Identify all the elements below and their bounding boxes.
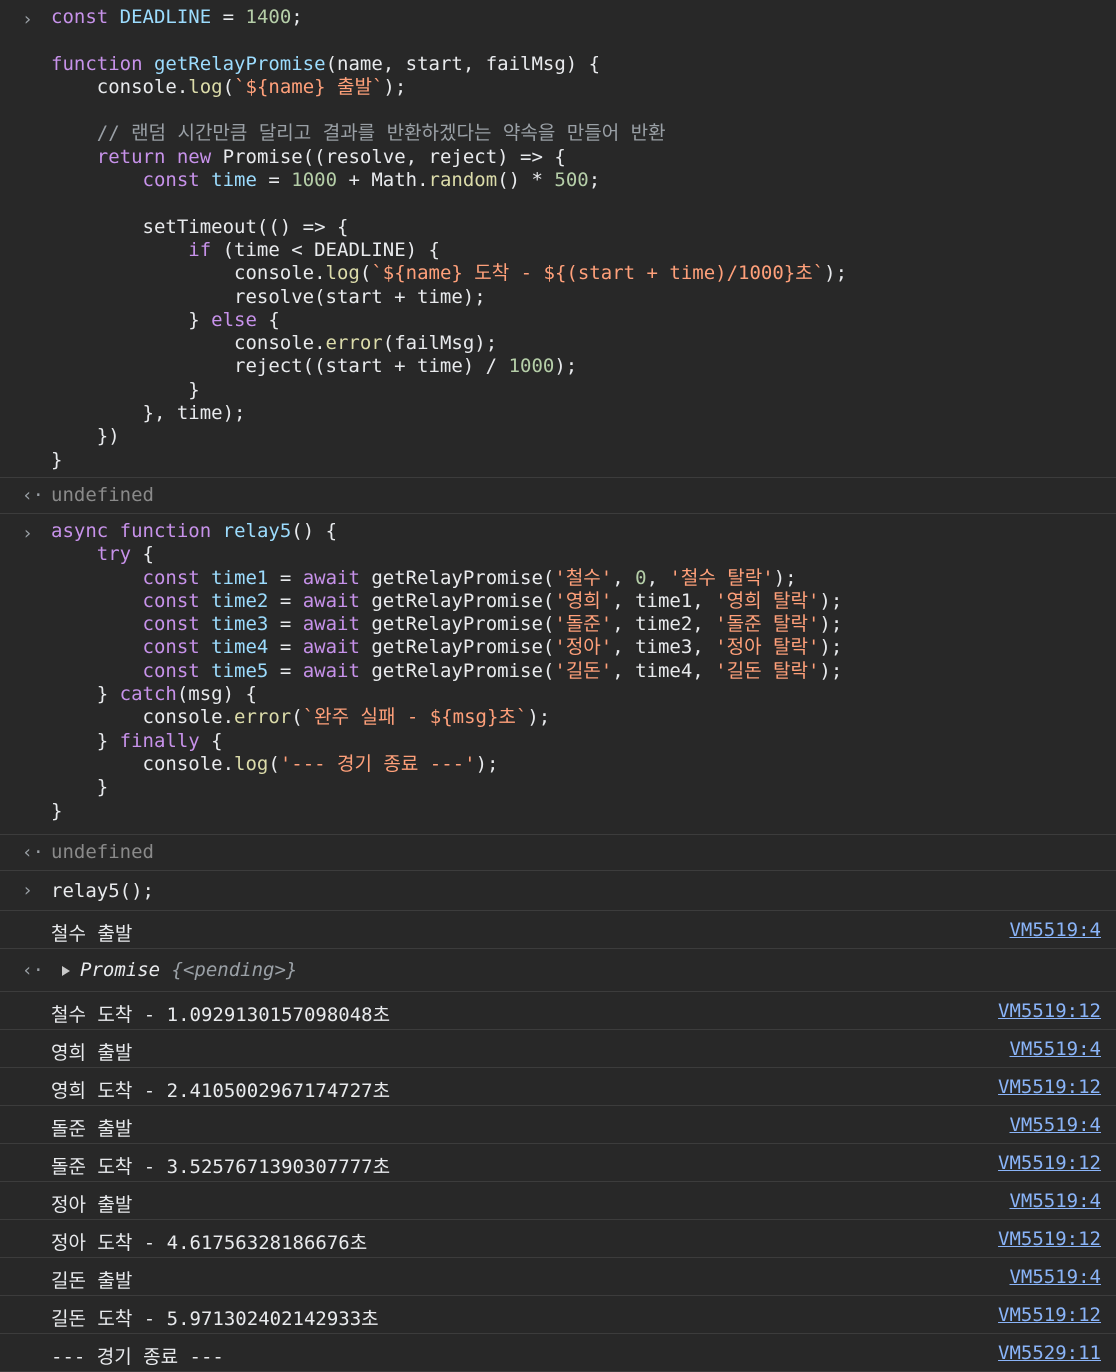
- result-value: undefined: [51, 841, 154, 863]
- log-row: 길돈 도착 - 5.971302402142933초 VM5519:12: [0, 1296, 1116, 1334]
- log-message: 길돈 출발: [51, 1270, 133, 1292]
- log-row: 정아 출발 VM5519:4: [0, 1182, 1116, 1220]
- log-source-link[interactable]: VM5519:4: [1009, 1114, 1101, 1136]
- log-source-link[interactable]: VM5519:4: [1009, 1266, 1101, 1288]
- log-message: 돌준 출발: [51, 1118, 133, 1140]
- prompt-chevron-icon: ›: [22, 9, 33, 30]
- code-block-relay5[interactable]: async function relay5() { try { const ti…: [51, 520, 842, 823]
- console-input-entry[interactable]: › relay5();: [0, 871, 1116, 911]
- console-result-entry: ‹· undefined: [0, 835, 1116, 871]
- command-text[interactable]: relay5();: [51, 880, 154, 902]
- console-result-entry[interactable]: ‹· Promise {<pending>}: [0, 949, 1116, 992]
- log-source-link[interactable]: VM5519:4: [1009, 1190, 1101, 1212]
- console-input-entry[interactable]: › async function relay5() { try { const …: [0, 514, 1116, 835]
- log-row: 철수 출발 VM5519:4: [0, 911, 1116, 949]
- result-value: undefined: [51, 484, 154, 506]
- log-list: 철수 도착 - 1.0929130157098048초 VM5519:12 영희 출…: [0, 992, 1116, 1372]
- console-result-entry: ‹· undefined: [0, 478, 1116, 514]
- result-arrow-icon: ‹·: [22, 842, 44, 863]
- expand-triangle-icon[interactable]: [62, 965, 70, 976]
- log-row: 영희 출발 VM5519:4: [0, 1030, 1116, 1068]
- log-message: --- 경기 종료 ---: [51, 1346, 224, 1368]
- log-row: 길돈 출발 VM5519:4: [0, 1258, 1116, 1296]
- prompt-chevron-icon: ›: [22, 880, 33, 901]
- log-source-link[interactable]: VM5519:12: [998, 1152, 1101, 1174]
- log-source-link[interactable]: VM5529:11: [998, 1342, 1101, 1364]
- result-arrow-icon: ‹·: [22, 960, 44, 981]
- log-row: 정아 도착 - 4.61756328186676초 VM5519:12: [0, 1220, 1116, 1258]
- log-message: 철수 출발: [51, 923, 133, 945]
- log-source-link[interactable]: VM5519:4: [1009, 919, 1101, 941]
- promise-object[interactable]: Promise {<pending>}: [62, 959, 297, 981]
- log-source-link[interactable]: VM5519:12: [998, 1228, 1101, 1250]
- log-message: 영희 도착 - 2.4105002967174727초: [51, 1080, 391, 1102]
- log-message: 영희 출발: [51, 1042, 133, 1064]
- log-row: 철수 도착 - 1.0929130157098048초 VM5519:12: [0, 992, 1116, 1030]
- log-message: 철수 도착 - 1.0929130157098048초: [51, 1004, 391, 1026]
- log-message: 돌준 도착 - 3.5257671390307777초: [51, 1156, 391, 1178]
- log-row: 돌준 도착 - 3.5257671390307777초 VM5519:12: [0, 1144, 1116, 1182]
- code-block-getrelaypromise[interactable]: const DEADLINE = 1400; function getRelay…: [51, 6, 847, 472]
- log-message: 정아 출발: [51, 1194, 133, 1216]
- log-row: --- 경기 종료 --- VM5529:11: [0, 1334, 1116, 1372]
- log-message: 정아 도착 - 4.61756328186676초: [51, 1232, 368, 1254]
- console-input-entry[interactable]: › const DEADLINE = 1400; function getRel…: [0, 0, 1116, 478]
- log-source-link[interactable]: VM5519:12: [998, 1000, 1101, 1022]
- log-message: 길돈 도착 - 5.971302402142933초: [51, 1308, 379, 1330]
- log-source-link[interactable]: VM5519:4: [1009, 1038, 1101, 1060]
- devtools-console: › const DEADLINE = 1400; function getRel…: [0, 0, 1116, 1372]
- log-row: 돌준 출발 VM5519:4: [0, 1106, 1116, 1144]
- result-arrow-icon: ‹·: [22, 485, 44, 506]
- log-source-link[interactable]: VM5519:12: [998, 1304, 1101, 1326]
- log-row: 영희 도착 - 2.4105002967174727초 VM5519:12: [0, 1068, 1116, 1106]
- log-source-link[interactable]: VM5519:12: [998, 1076, 1101, 1098]
- prompt-chevron-icon: ›: [22, 523, 33, 544]
